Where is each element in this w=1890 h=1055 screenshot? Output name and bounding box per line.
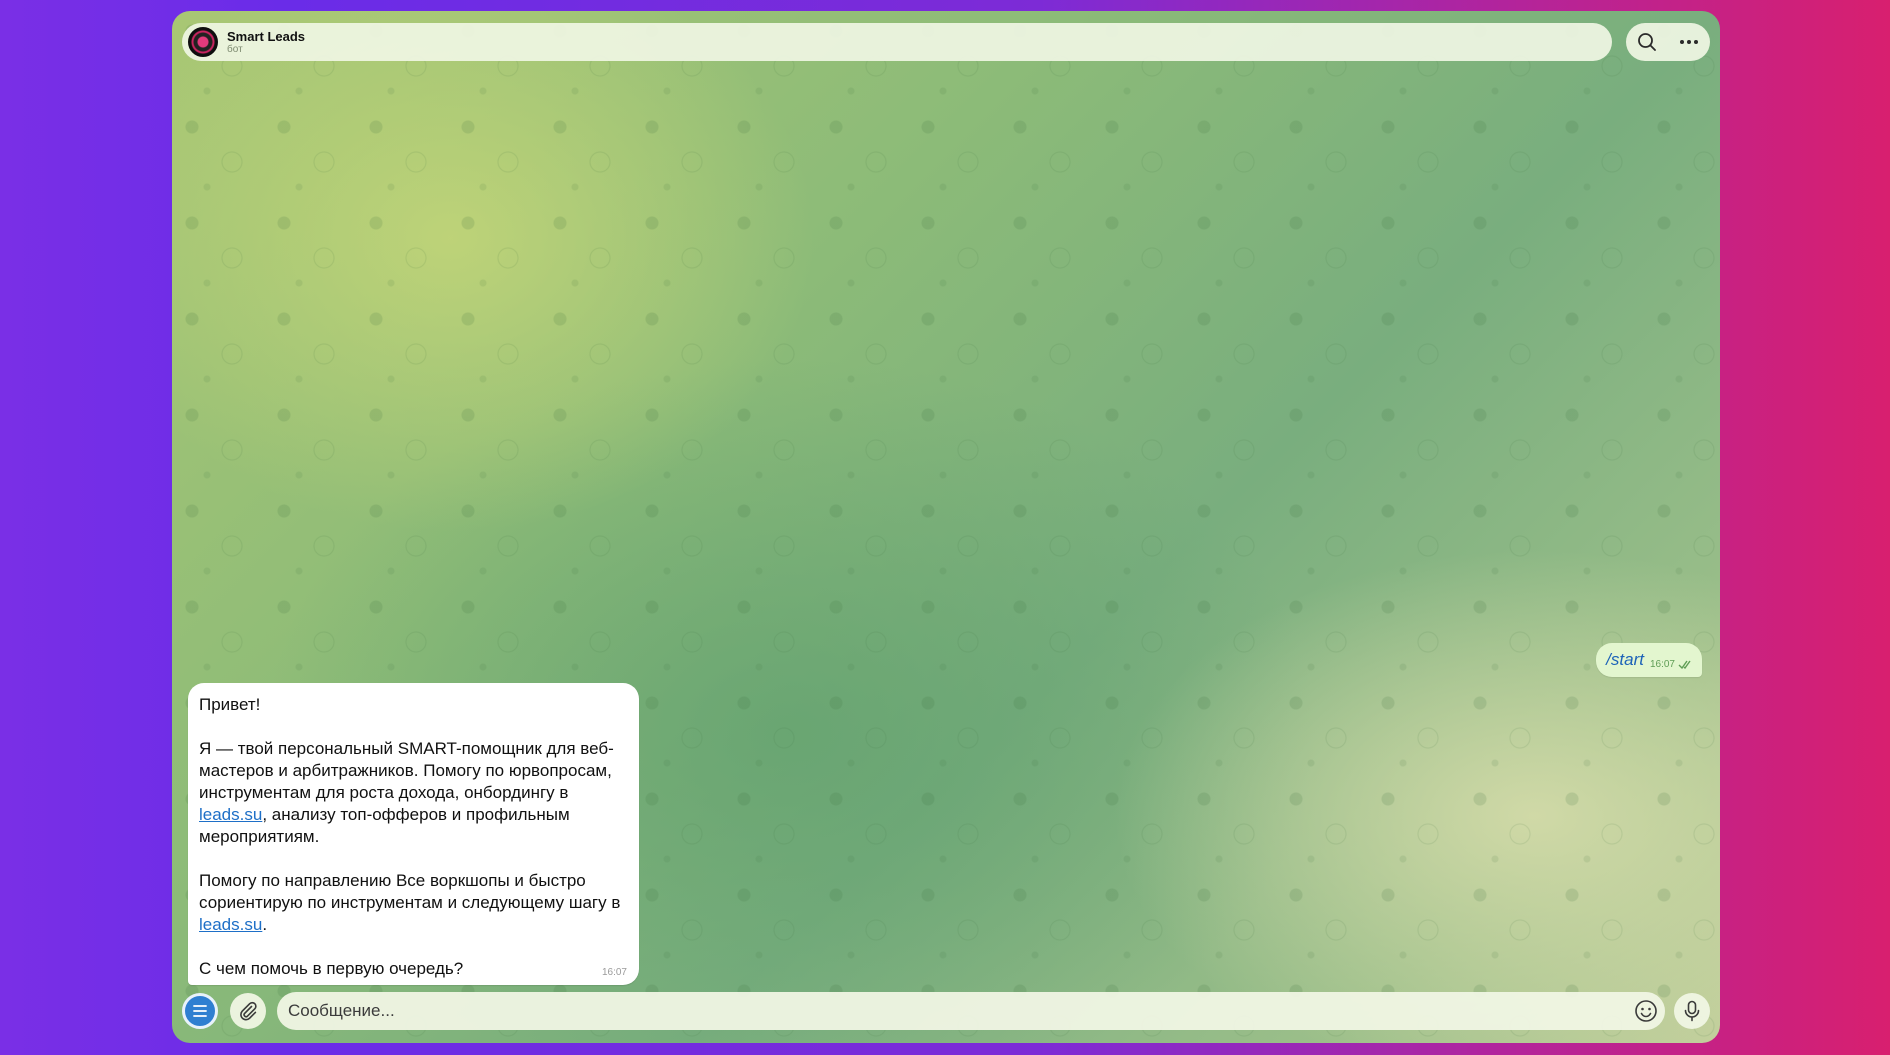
incoming-message[interactable]: Привет! Я — твой персональный SMART-помо… (188, 683, 639, 985)
header-actions (1626, 23, 1710, 61)
message-input-wrap (277, 992, 1665, 1030)
outgoing-message[interactable]: /start 16:07 (1596, 643, 1702, 677)
search-icon[interactable] (1633, 28, 1661, 56)
menu-icon[interactable] (182, 993, 218, 1029)
emoji-icon[interactable] (1627, 992, 1665, 1030)
leads-link[interactable]: leads.su (199, 915, 262, 934)
more-icon[interactable] (1675, 28, 1703, 56)
message-greeting: Привет! (199, 695, 261, 714)
chat-title[interactable]: Smart Leads (227, 30, 305, 43)
outgoing-message-time: 16:07 (1649, 659, 1675, 670)
message-input[interactable] (288, 1001, 1627, 1021)
message-composer (172, 985, 1720, 1043)
message-question: С чем помочь в первую очередь? (199, 959, 464, 978)
message-paragraph-1: Я — твой персональный SMART-помощник для… (199, 739, 614, 846)
bot-avatar[interactable] (188, 27, 218, 57)
message-paragraph-2: Помогу по направлению Все воркшопы и быс… (199, 871, 621, 934)
chat-header[interactable]: Smart Leads бот (182, 23, 1612, 61)
outgoing-message-text: /start (1606, 650, 1644, 669)
telegram-window: Smart Leads бот /start 16:07 Привет! Я —… (172, 11, 1720, 1043)
chat-subtitle: бот (227, 43, 243, 55)
paperclip-icon[interactable] (230, 993, 266, 1029)
leads-link[interactable]: leads.su (199, 805, 262, 824)
microphone-icon[interactable] (1674, 993, 1710, 1029)
double-check-icon (1678, 660, 1691, 669)
incoming-message-time: 16:07 (601, 967, 627, 978)
